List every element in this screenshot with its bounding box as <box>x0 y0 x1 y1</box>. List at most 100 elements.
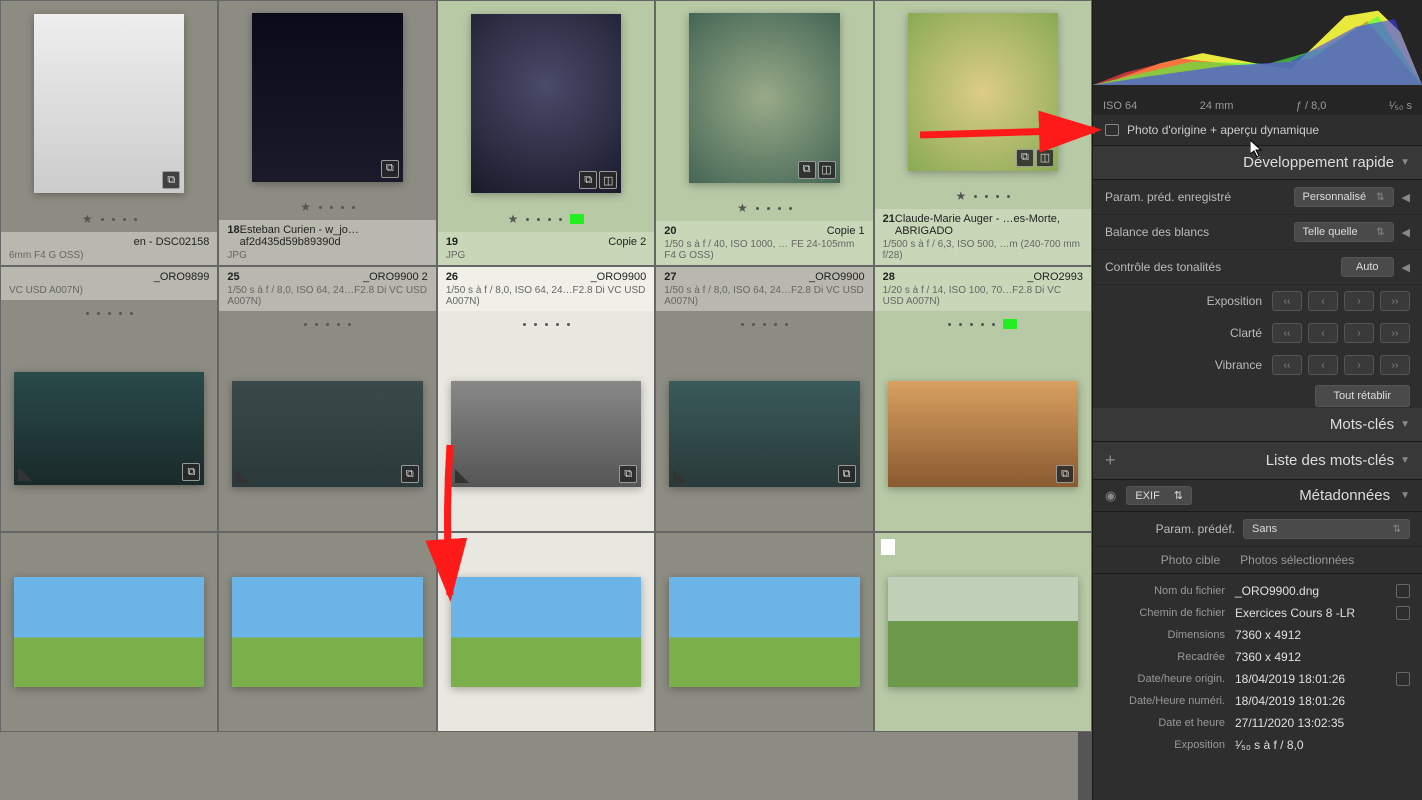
adjust-icon: ⧉ <box>1016 149 1034 167</box>
thumbnail-image[interactable]: ⧉ <box>34 14 184 194</box>
keywords-header[interactable]: Mots-clés▼ <box>1093 408 1422 442</box>
thumbnail-image[interactable]: ⧉◫ <box>471 14 621 194</box>
thumbnail-cell[interactable]: 27_ORO99001/50 s à f / 8,0, ISO 64, 24…F… <box>655 266 873 532</box>
adjust-icon: ⧉ <box>579 171 597 189</box>
meta-date-digit: 18/04/2019 18:01:26 <box>1235 694 1410 708</box>
expo-inc2[interactable]: ›› <box>1380 291 1410 311</box>
meta-filename: _ORO9900.dng <box>1235 584 1386 598</box>
thumbnail-image[interactable] <box>14 577 204 686</box>
thumbnail-image[interactable]: ⧉◫ <box>689 13 839 182</box>
adjust-icon: ⧉ <box>798 161 816 179</box>
thumbnail-grid[interactable]: ⧉★en - DSC021586mm F4 G OSS)⧉★18Esteban … <box>0 0 1092 800</box>
preset-select[interactable]: Personnalisé⇅ <box>1294 187 1394 207</box>
histogram-panel[interactable]: ISO 64 24 mm ƒ / 8,0 ¹⁄₅₀ s <box>1093 0 1422 115</box>
thumbnail-cell[interactable] <box>655 532 873 732</box>
thumbnail-cell[interactable]: ⧉ ★18Esteban Curien - w_jo…af2d435d59b893… <box>218 0 436 266</box>
rating-row[interactable]: ★ <box>219 194 435 220</box>
tone-label: Contrôle des tonalités <box>1105 260 1333 274</box>
cell-info: 18Esteban Curien - w_jo…af2d435d59b89390… <box>219 220 435 265</box>
auto-button[interactable]: Auto <box>1341 257 1394 277</box>
rating-row[interactable] <box>1 300 217 326</box>
cell-info: 27_ORO99001/50 s à f / 8,0, ISO 64, 24…F… <box>656 267 872 311</box>
expo-inc[interactable]: › <box>1344 291 1374 311</box>
sync-icon: ◫ <box>1036 149 1054 167</box>
thumbnail-cell[interactable]: ⧉◫ ★19Copie 2JPG <box>437 0 655 266</box>
thumbnail-cell[interactable] <box>874 532 1092 732</box>
meta-preset-select[interactable]: Sans⇅ <box>1243 519 1410 539</box>
thumbnail-image[interactable] <box>669 577 859 686</box>
exif-select[interactable]: EXIF⇅ <box>1126 486 1192 505</box>
meta-exposure: ¹⁄₅₀ s à f / 8,0 <box>1235 738 1410 752</box>
rating-row[interactable] <box>875 311 1091 337</box>
edit-icon[interactable] <box>1396 584 1410 598</box>
thumbnail-image[interactable]: ⧉ <box>14 372 204 485</box>
adjust-icon: ⧉ <box>162 171 180 189</box>
adjust-icon: ⧉ <box>182 463 200 481</box>
thumbnail-image[interactable] <box>888 577 1078 686</box>
rating-row[interactable] <box>438 311 654 337</box>
expo-dec[interactable]: ‹ <box>1308 291 1338 311</box>
thumbnail-image[interactable]: ⧉ <box>888 381 1078 488</box>
thumbnail-cell[interactable] <box>0 532 218 732</box>
rating-row[interactable]: ★ <box>875 183 1091 209</box>
keyword-list-header[interactable]: +Liste des mots-clés▼ <box>1093 442 1422 480</box>
adjust-icon: ⧉ <box>401 465 419 483</box>
wb-label: Balance des blancs <box>1105 225 1286 239</box>
sync-icon: ◫ <box>818 161 836 179</box>
metadata-header[interactable]: Métadonnées <box>1299 487 1390 504</box>
cell-info: _ORO9899VC USD A007N) <box>1 267 217 300</box>
rating-row[interactable] <box>219 311 435 337</box>
preset-label: Param. préd. enregistré <box>1105 190 1286 204</box>
thumbnail-image[interactable] <box>232 577 422 686</box>
mouse-cursor <box>1250 140 1264 158</box>
green-flag <box>570 214 584 224</box>
thumbnail-image[interactable]: ⧉ <box>451 381 641 488</box>
rating-row[interactable]: ★ <box>656 195 872 221</box>
rating-row[interactable] <box>656 311 872 337</box>
histo-focal: 24 mm <box>1200 100 1234 112</box>
thumbnail-cell[interactable]: ⧉◫ ★20Copie 11/50 s à f / 40, ISO 1000, …… <box>655 0 873 266</box>
meta-date-orig: 18/04/2019 18:01:26 <box>1235 672 1386 686</box>
collapse-arrow[interactable]: ◀ <box>1402 191 1410 204</box>
cell-info: 20Copie 11/50 s à f / 40, ISO 1000, … FE… <box>656 221 872 265</box>
origin-label: Photo d'origine + aperçu dynamique <box>1127 123 1319 137</box>
thumbnail-cell[interactable]: 28_ORO29931/20 s à f / 14, ISO 100, 70…F… <box>874 266 1092 532</box>
chevron-down-icon: ▼ <box>1400 157 1410 168</box>
meta-datetime: 27/11/2020 13:02:35 <box>1235 716 1410 730</box>
thumbnail-cell[interactable]: ⧉◫ ★21Claude-Marie Auger - …es-Morte, ABR… <box>874 0 1092 266</box>
cell-info: 19Copie 2JPG <box>438 232 654 265</box>
thumbnail-cell[interactable]: ⧉★en - DSC021586mm F4 G OSS) <box>0 0 218 266</box>
wb-select[interactable]: Telle quelle⇅ <box>1294 222 1394 242</box>
thumbnail-cell[interactable]: 26_ORO99001/50 s à f / 8,0, ISO 64, 24…F… <box>437 266 655 532</box>
expo-dec2[interactable]: ‹‹ <box>1272 291 1302 311</box>
tab-selected-photos[interactable]: Photos sélectionnées <box>1240 553 1354 567</box>
thumbnail-image[interactable]: ⧉◫ <box>908 13 1058 171</box>
thumbnail-cell[interactable] <box>218 532 436 732</box>
rating-row[interactable]: ★ <box>1 206 217 232</box>
meta-preset-label: Param. prédéf. <box>1105 522 1235 536</box>
origin-icon <box>1105 124 1119 136</box>
plus-icon[interactable]: + <box>1105 450 1116 471</box>
cell-info: 26_ORO99001/50 s à f / 8,0, ISO 64, 24…F… <box>438 267 654 311</box>
thumbnail-image[interactable] <box>451 577 641 686</box>
thumbnail-cell[interactable]: 25_ORO9900 21/50 s à f / 8,0, ISO 64, 24… <box>218 266 436 532</box>
meta-cropped: 7360 x 4912 <box>1235 650 1410 664</box>
clarity-label: Clarté <box>1230 326 1262 340</box>
eye-icon[interactable]: ◉ <box>1105 488 1116 504</box>
exposure-label: Exposition <box>1207 294 1262 308</box>
thumbnail-image[interactable]: ⧉ <box>232 381 422 488</box>
adjust-icon: ⧉ <box>838 465 856 483</box>
thumbnail-cell[interactable] <box>437 532 655 732</box>
cell-info: 25_ORO9900 21/50 s à f / 8,0, ISO 64, 24… <box>219 267 435 311</box>
reset-button[interactable]: Tout rétablir <box>1315 385 1410 407</box>
rating-row[interactable]: ★ <box>438 206 654 232</box>
cell-info: 21Claude-Marie Auger - …es-Morte, ABRIGA… <box>875 209 1091 265</box>
thumbnail-image[interactable]: ⧉ <box>669 381 859 488</box>
meta-filepath: Exercices Cours 8 -LR <box>1235 606 1386 620</box>
tab-target-photo[interactable]: Photo cible <box>1161 553 1220 567</box>
thumbnail-image[interactable]: ⧉ <box>252 13 402 181</box>
sync-icon: ◫ <box>599 171 617 189</box>
adjust-icon: ⧉ <box>619 465 637 483</box>
thumbnail-cell[interactable]: _ORO9899VC USD A007N) ⧉ <box>0 266 218 532</box>
vibrance-label: Vibrance <box>1215 358 1262 372</box>
